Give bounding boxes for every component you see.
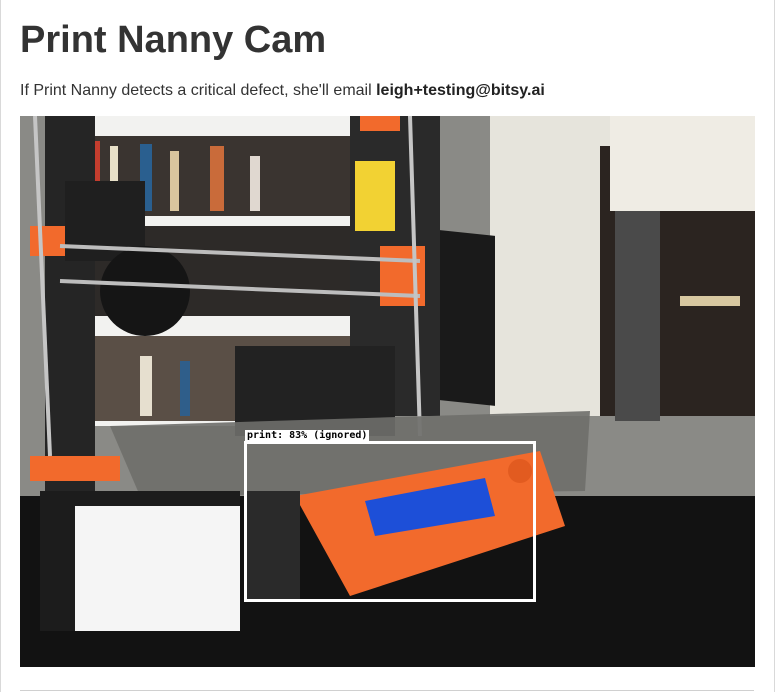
ceiling	[610, 116, 755, 211]
camera-feed: print: 83% (ignored)	[20, 116, 755, 667]
notice-prefix: If Print Nanny detects a critical defect…	[20, 82, 372, 99]
fridge	[615, 211, 660, 421]
detection-label: print: 83% (ignored)	[245, 430, 370, 442]
notice-email: leigh+testing@bitsy.ai	[376, 82, 545, 99]
divider	[20, 690, 754, 691]
notice-text: If Print Nanny detects a critical defect…	[20, 82, 545, 100]
kitchen-light	[680, 296, 740, 306]
detection-box	[244, 441, 536, 602]
page-title: Print Nanny Cam	[20, 19, 327, 61]
